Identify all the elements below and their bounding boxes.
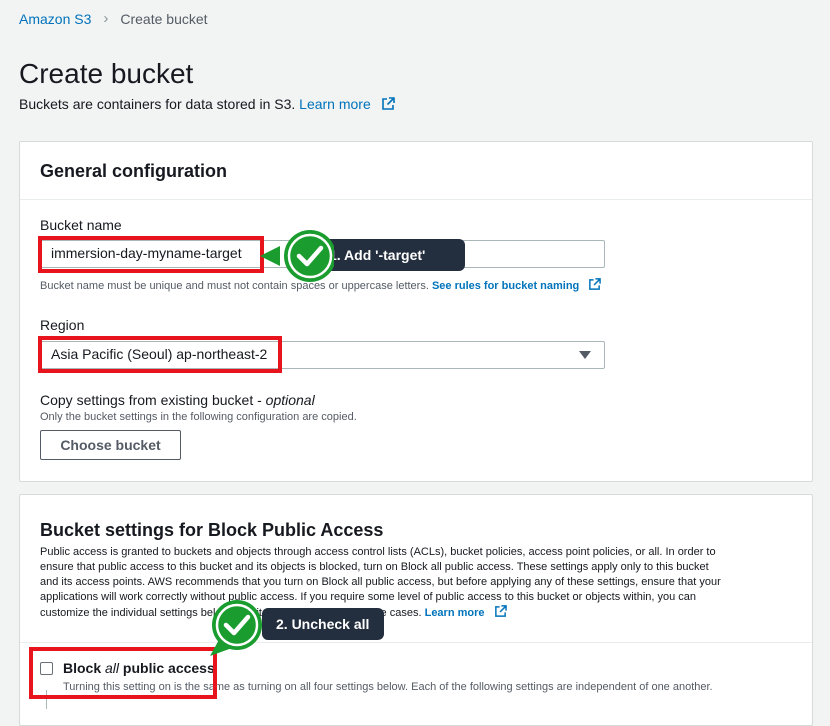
bucket-name-label: Bucket name: [40, 217, 122, 233]
copy-settings-text: Copy settings from existing bucket -: [40, 392, 266, 408]
check-badge-icon: [260, 230, 334, 282]
breadcrumb: Amazon S3 › Create bucket: [19, 10, 208, 27]
copy-settings-label: Copy settings from existing bucket - opt…: [40, 392, 315, 408]
description-line: applications will work correctly without…: [40, 591, 697, 603]
copy-settings-hint: Only the bucket settings in the followin…: [40, 411, 357, 423]
choose-bucket-button[interactable]: Choose bucket: [40, 430, 181, 460]
step2-callout: 2. Uncheck all: [262, 608, 384, 640]
external-link-icon: [589, 278, 602, 290]
panel-divider: [20, 199, 812, 200]
learn-more-link[interactable]: Learn more: [299, 96, 371, 112]
description-line: ensure that public access to this bucket…: [40, 561, 709, 573]
general-configuration-header: General configuration: [40, 161, 228, 181]
page-description-text: Buckets are containers for data stored i…: [19, 96, 296, 112]
copy-settings-optional: optional: [265, 392, 315, 408]
page-description: Buckets are containers for data stored i…: [19, 96, 395, 112]
page-title: Create bucket: [19, 58, 194, 89]
block-public-access-header: Bucket settings for Block Public Access: [40, 520, 384, 540]
external-link-icon: [494, 605, 507, 617]
check-badge-icon: [210, 600, 262, 656]
highlight-block-all: [29, 647, 217, 699]
highlight-bucket-name: [38, 236, 264, 273]
highlight-region: [38, 336, 282, 373]
caret-down-icon: [579, 351, 591, 359]
step1-callout: 1. Add '-target': [315, 239, 465, 271]
general-configuration-panel: General configuration Bucket name immers…: [19, 141, 813, 482]
external-link-icon: [381, 97, 395, 110]
breadcrumb-current: Create bucket: [120, 10, 208, 27]
bucket-name-hint-text: Bucket name must be unique and must not …: [40, 280, 429, 292]
description-line: and its access points. AWS recommends th…: [40, 576, 721, 588]
bucket-rules-link[interactable]: See rules for bucket naming: [432, 280, 579, 292]
chevron-right-icon: ›: [103, 10, 109, 27]
block-public-access-description: Public access is granted to buckets and …: [40, 545, 810, 621]
breadcrumb-amazon-s3[interactable]: Amazon S3: [19, 11, 91, 27]
block-public-learn-more-link[interactable]: Learn more: [425, 607, 485, 619]
region-label: Region: [40, 317, 85, 333]
description-line: customize the individual settings below …: [40, 605, 810, 621]
description-line: Public access is granted to buckets and …: [40, 546, 716, 558]
panel-divider: [20, 642, 812, 643]
